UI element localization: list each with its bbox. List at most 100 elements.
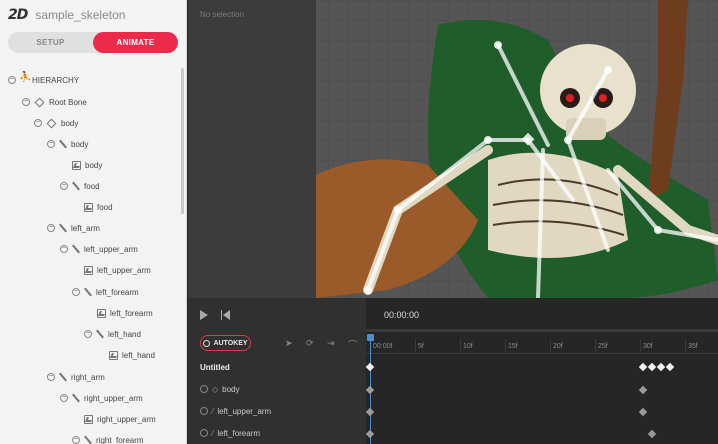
loop-icon[interactable]: ⟳ — [306, 338, 314, 349]
tree-node-right-arm[interactable]: − right_arm — [47, 370, 105, 384]
tree-node-food-image[interactable]: food — [84, 200, 113, 214]
animate-tab[interactable]: ANIMATE — [93, 32, 178, 53]
keyframe[interactable] — [638, 407, 648, 417]
image-icon — [109, 350, 118, 360]
image-icon — [72, 160, 81, 170]
tree-node-label: right_arm — [71, 372, 105, 382]
bone-icon — [72, 181, 80, 191]
keyframe[interactable] — [656, 362, 666, 372]
step-frame-icon[interactable]: ⇥ — [327, 338, 335, 349]
track-row-body[interactable]: ◇ body — [200, 380, 240, 398]
track-label: left_upper_arm — [217, 406, 272, 416]
bone-icon — [84, 435, 92, 444]
root-icon: ◇ — [212, 384, 219, 394]
ruler-tick: 10f — [460, 339, 473, 353]
collapse-toggle-icon[interactable]: − — [72, 288, 80, 296]
bone-icon — [72, 393, 80, 403]
tree-node-left-forearm[interactable]: − left_forearm — [72, 285, 139, 299]
tree-node-right-forearm[interactable]: − right_forearm — [72, 433, 144, 444]
image-icon — [84, 202, 93, 212]
tree-node-label: left_forearm — [96, 287, 139, 297]
bone-icon: ⁄ — [212, 406, 214, 416]
animation-row[interactable]: Untitled — [200, 358, 230, 376]
collapse-toggle-icon[interactable]: − — [47, 140, 55, 148]
keyframe[interactable] — [365, 385, 375, 395]
tree-node-left-upper-arm-image[interactable]: left_upper_arm — [84, 263, 151, 277]
collapse-toggle-icon[interactable]: − — [72, 436, 80, 444]
tree-node-label: food — [84, 181, 100, 191]
image-icon — [84, 414, 93, 424]
clock-icon — [203, 339, 211, 347]
tree-node-left-upper-arm[interactable]: − left_upper_arm — [60, 242, 138, 256]
hierarchy-header[interactable]: − HIERARCHY — [8, 72, 79, 87]
expand-toggle-icon[interactable] — [200, 429, 208, 437]
keyframe[interactable] — [647, 429, 657, 439]
tree-node-label: left_arm — [71, 223, 100, 233]
keyframe[interactable] — [365, 407, 375, 417]
go-to-start-icon[interactable] — [221, 310, 231, 320]
cursor-icon[interactable]: ➤ — [285, 338, 293, 349]
setup-tab[interactable]: SETUP — [8, 32, 93, 53]
tree-node-label: body — [61, 118, 79, 128]
keyframe[interactable] — [665, 362, 675, 372]
collapse-toggle-icon[interactable]: − — [34, 119, 42, 127]
timeline-track-area[interactable]: 00:00:00 00:00f 5f 10f 15f 20f 25f 30f 3… — [365, 298, 718, 444]
collapse-toggle-icon[interactable]: − — [47, 373, 55, 381]
collapse-toggle-icon[interactable]: − — [60, 394, 68, 402]
bone-icon: ⁄ — [212, 428, 214, 438]
ruler-tick: 20f — [550, 339, 563, 353]
bone-icon — [84, 287, 92, 297]
bone-icon — [59, 372, 67, 382]
tree-node-label: right_upper_arm — [97, 414, 156, 424]
keyframe[interactable] — [365, 429, 375, 439]
bone-icon — [96, 329, 104, 339]
frame-ruler[interactable]: 00:00f 5f 10f 15f 20f 25f 30f 35f — [366, 334, 718, 354]
collapse-toggle-icon[interactable]: − — [84, 330, 92, 338]
curve-icon[interactable]: ⌒ — [348, 338, 357, 351]
tree-node-food-bone[interactable]: − food — [60, 179, 100, 193]
tree-node-left-arm[interactable]: − left_arm — [47, 221, 100, 235]
tree-node-right-upper-arm-image[interactable]: right_upper_arm — [84, 412, 156, 426]
app-logo: 2D — [8, 7, 28, 23]
tree-node-root-bone[interactable]: − Root Bone — [22, 95, 87, 109]
collapse-toggle-icon[interactable]: − — [60, 245, 68, 253]
tree-node-left-hand[interactable]: − left_hand — [84, 327, 141, 341]
eye-left — [566, 94, 574, 102]
root-icon — [46, 118, 57, 128]
collapse-toggle-icon[interactable]: − — [47, 224, 55, 232]
tree-node-body-root[interactable]: − body — [34, 116, 78, 130]
expand-toggle-icon[interactable] — [200, 407, 208, 415]
tree-node-right-upper-arm[interactable]: − right_upper_arm — [60, 391, 143, 405]
title-bar: 2D sample_skeleton — [0, 0, 186, 30]
collapse-toggle-icon[interactable]: − — [8, 76, 16, 84]
ruler-tick: 5f — [415, 339, 424, 353]
keyframe[interactable] — [647, 362, 657, 372]
track-label: body — [222, 384, 240, 394]
tree-node-label: Root Bone — [49, 97, 87, 107]
hierarchy-scrollbar[interactable] — [181, 68, 184, 214]
canvas-viewport[interactable]: No selection — [188, 0, 718, 298]
timeline-scrubber[interactable] — [366, 329, 718, 332]
left-panel: 2D sample_skeleton SETUP ANIMATE − HIERA… — [0, 0, 187, 444]
play-icon[interactable] — [200, 310, 208, 320]
tree-node-left-forearm-image[interactable]: left_forearm — [97, 306, 153, 320]
ruler-tick: 35f — [685, 339, 698, 353]
keyframe[interactable] — [638, 385, 648, 395]
expand-toggle-icon[interactable] — [200, 385, 208, 393]
tree-node-label: left_upper_arm — [97, 265, 151, 275]
tree-node-body-bone[interactable]: − body — [47, 137, 88, 151]
tree-node-body-image[interactable]: body — [72, 158, 102, 172]
track-row-left-upper-arm[interactable]: ⁄ left_upper_arm — [200, 402, 271, 420]
track-row-left-forearm[interactable]: ⁄ left_forearm — [200, 424, 260, 442]
autokey-button[interactable]: AUTOKEY — [200, 335, 251, 351]
collapse-toggle-icon[interactable]: − — [22, 98, 30, 106]
bone-icon — [72, 244, 80, 254]
keyframe[interactable] — [365, 362, 375, 372]
hierarchy-icon — [19, 72, 31, 85]
eye-right — [599, 94, 607, 102]
collapse-toggle-icon[interactable]: − — [60, 182, 68, 190]
tree-node-left-hand-image[interactable]: left_hand — [109, 348, 155, 362]
tree-node-label: right_upper_arm — [84, 393, 143, 403]
keyframe[interactable] — [638, 362, 648, 372]
tree-node-label: left_hand — [108, 329, 141, 339]
